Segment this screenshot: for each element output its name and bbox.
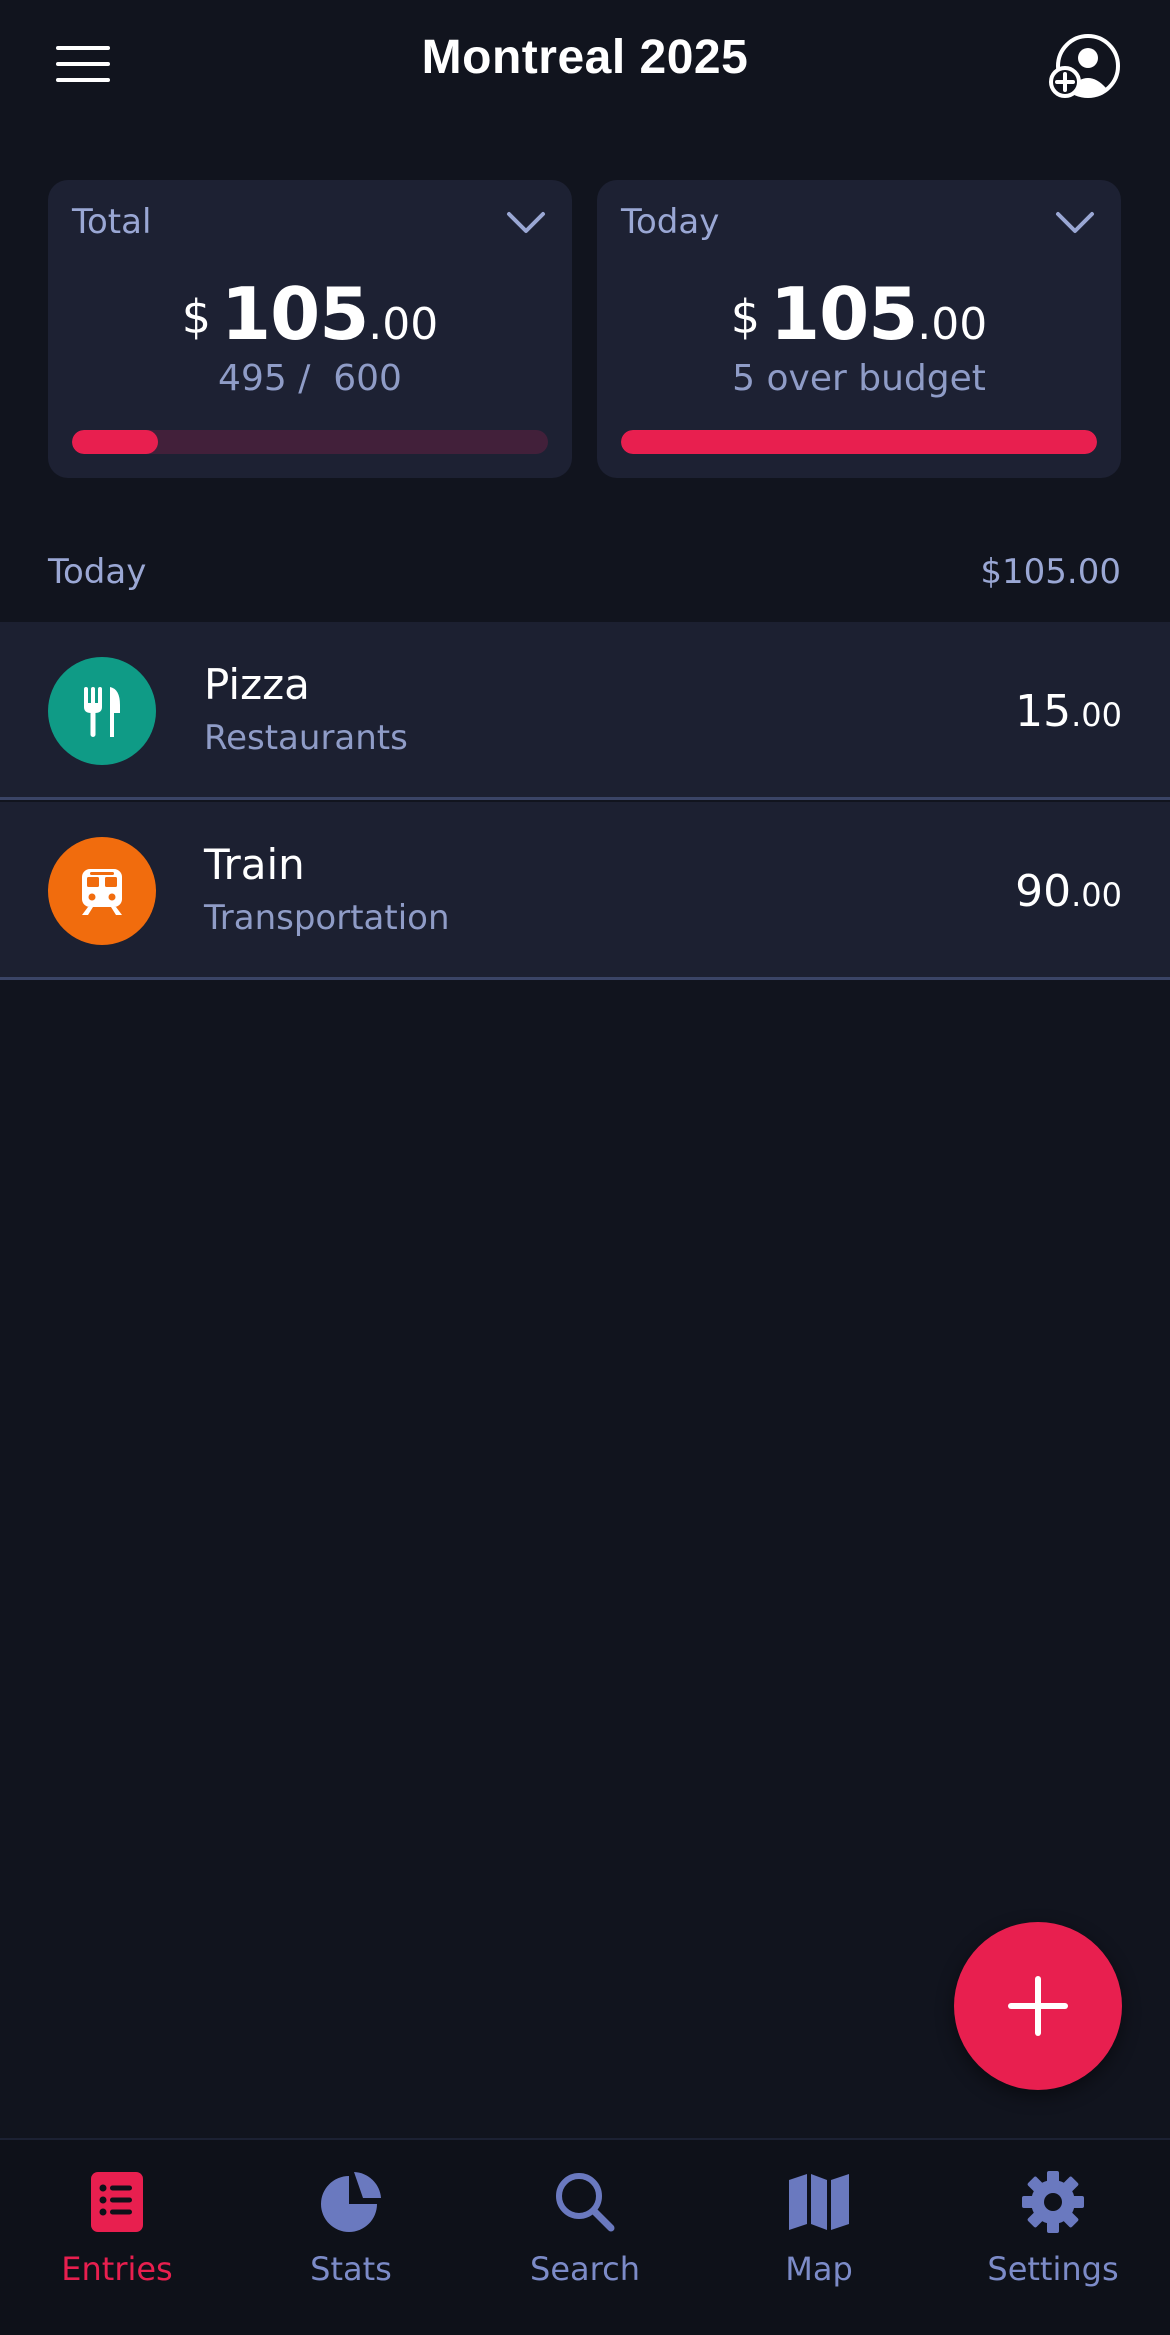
- search-icon: [556, 2173, 615, 2232]
- total-amount-integer: 105: [221, 272, 369, 356]
- bottom-navigation: Entries Stats Search Map Settings: [0, 2138, 1170, 2335]
- nav-tab-search[interactable]: Search: [468, 2140, 702, 2335]
- nav-label: Stats: [310, 2250, 392, 2288]
- train-icon: [82, 869, 122, 915]
- entry-category: Transportation: [204, 898, 450, 938]
- add-entry-button[interactable]: [954, 1922, 1122, 2090]
- nav-label: Entries: [61, 2250, 173, 2288]
- fork-knife-icon: [84, 687, 120, 737]
- entry-amount: 90.00: [1015, 866, 1122, 917]
- total-card-label: Total: [72, 202, 152, 242]
- day-section-total: $105.00: [980, 552, 1121, 592]
- total-summary-card[interactable]: Total $105.00 495 / 600: [48, 180, 572, 478]
- total-amount: $105.00: [48, 272, 572, 356]
- today-card-label: Today: [621, 202, 720, 242]
- total-amount-decimal: .00: [368, 299, 439, 350]
- add-user-icon[interactable]: [1048, 32, 1120, 104]
- today-budget-status: 5 over budget: [732, 358, 986, 399]
- nav-label: Search: [530, 2250, 640, 2288]
- nav-tab-stats[interactable]: Stats: [234, 2140, 468, 2335]
- page-title: Montreal 2025: [421, 31, 749, 84]
- today-amount: $105.00: [597, 272, 1121, 356]
- total-progress-bar: [72, 430, 548, 454]
- app-root: Montreal 2025 Total $105.00 495 / 600 To…: [0, 0, 1170, 2335]
- entry-amount-decimal: .00: [1071, 696, 1122, 734]
- today-summary-card[interactable]: Today $105.00 5 over budget: [597, 180, 1121, 478]
- category-icon-badge: [48, 837, 156, 945]
- nav-label: Settings: [987, 2250, 1119, 2288]
- total-budget-ratio: 495 / 600: [218, 358, 402, 399]
- gear-icon: [1022, 2171, 1084, 2233]
- chevron-down-icon[interactable]: [1055, 210, 1095, 236]
- today-amount-integer: 105: [770, 272, 918, 356]
- chevron-down-icon[interactable]: [506, 210, 546, 236]
- entry-amount-integer: 90: [1015, 866, 1072, 917]
- top-bar: Montreal 2025: [0, 0, 1170, 130]
- nav-label: Map: [785, 2250, 853, 2288]
- entry-name: Train: [204, 840, 305, 889]
- today-amount-decimal: .00: [917, 299, 988, 350]
- entry-category: Restaurants: [204, 718, 408, 758]
- today-progress-fill: [621, 430, 1097, 454]
- category-icon-badge: [48, 657, 156, 765]
- nav-tab-map[interactable]: Map: [702, 2140, 936, 2335]
- list-item[interactable]: Train Transportation 90.00: [0, 802, 1170, 980]
- map-icon: [789, 2174, 849, 2230]
- list-item[interactable]: Pizza Restaurants 15.00: [0, 622, 1170, 800]
- today-progress-bar: [621, 430, 1097, 454]
- currency-symbol: $: [181, 290, 211, 344]
- list-icon: [91, 2172, 143, 2232]
- day-section-label: Today: [48, 552, 147, 592]
- entry-amount-decimal: .00: [1071, 876, 1122, 914]
- entry-name: Pizza: [204, 660, 310, 709]
- plus-icon: [1008, 1976, 1068, 2036]
- entry-amount: 15.00: [1015, 686, 1122, 737]
- pie-chart-icon: [321, 2172, 381, 2232]
- nav-tab-entries[interactable]: Entries: [0, 2140, 234, 2335]
- entry-amount-integer: 15: [1015, 686, 1072, 737]
- currency-symbol: $: [730, 290, 760, 344]
- total-progress-fill: [72, 430, 158, 454]
- nav-tab-settings[interactable]: Settings: [936, 2140, 1170, 2335]
